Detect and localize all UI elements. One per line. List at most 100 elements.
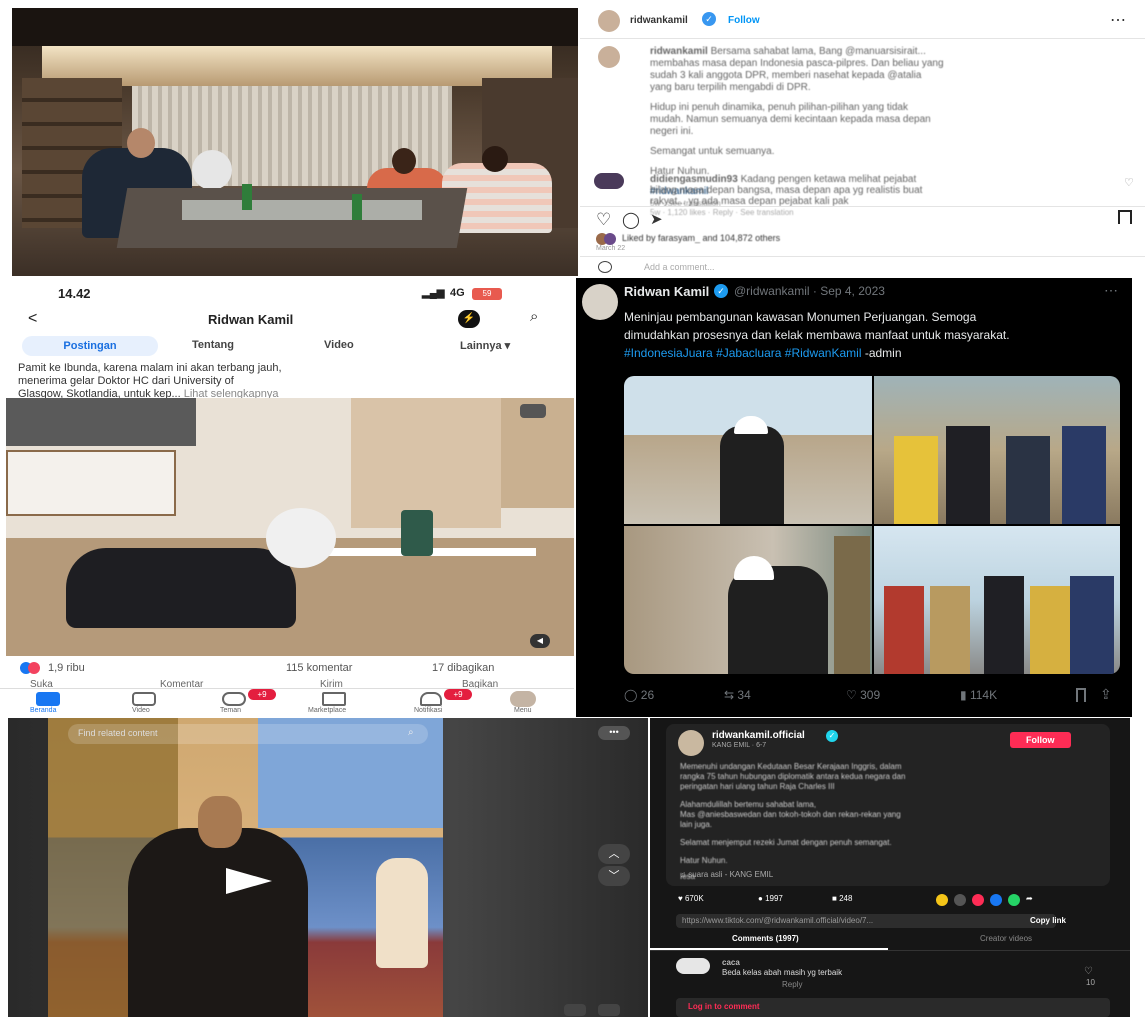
follow-button[interactable]: Follow — [1010, 732, 1071, 748]
like-button[interactable]: ♡ 309 — [846, 688, 880, 702]
avatar[interactable] — [510, 691, 536, 707]
share-embed-icon[interactable] — [936, 894, 948, 906]
pip-icon[interactable] — [564, 1004, 586, 1016]
avatar[interactable] — [676, 958, 710, 974]
comment-button[interactable]: ● 1997 — [758, 894, 783, 903]
nav-video[interactable]: Video — [132, 707, 150, 714]
login-bar[interactable]: Log in to comment — [676, 998, 1110, 1017]
username[interactable]: ridwankamil — [630, 15, 688, 26]
search-icon[interactable]: ⌕ — [530, 308, 538, 325]
page-title: Ridwan Kamil — [208, 312, 294, 327]
comment-icon: ● — [758, 894, 763, 903]
caption-line: Selamat menjemput rezeki Jumat dengan pe… — [680, 838, 892, 847]
reply-link[interactable]: Reply — [782, 980, 802, 989]
search-input[interactable]: Find related content ⌕ — [68, 724, 428, 744]
marketplace-icon[interactable] — [322, 692, 346, 706]
views-button[interactable]: ▮ 114K — [960, 688, 997, 702]
friends-icon[interactable] — [222, 692, 246, 706]
avatar[interactable] — [582, 284, 618, 320]
login-prompt[interactable]: Log in to comment — [688, 1002, 760, 1011]
display-name[interactable]: Ridwan Kamil — [624, 284, 709, 299]
comment-icon[interactable]: ◯ — [622, 210, 640, 230]
tab-postingan[interactable]: Postingan — [22, 336, 158, 356]
views-count: 114K — [969, 688, 998, 702]
shares-count[interactable]: 17 dibagikan — [432, 662, 494, 674]
heart-icon[interactable]: ♡ — [1124, 176, 1134, 189]
comment-meta: 5w · 1,120 likes · Reply · See translati… — [650, 208, 794, 217]
caption-line: membahas masa depan Indonesia pasca-pilp… — [650, 58, 944, 69]
comment-text: bilang masa depan bangsa, masa depan apa… — [650, 185, 923, 196]
video-link[interactable]: https://www.tiktok.com/@ridwankamil.offi… — [676, 914, 1056, 928]
tweet-photo-3[interactable] — [624, 526, 872, 674]
username[interactable]: ridwankamil.official — [712, 730, 805, 741]
sound-label[interactable]: ♫ suara asli - KANG EMIL — [680, 870, 773, 879]
save-button[interactable]: ■ 248 — [832, 894, 852, 903]
emoji-icon[interactable] — [598, 261, 612, 273]
avatar[interactable] — [678, 730, 704, 756]
like-count: 309 — [860, 688, 881, 702]
like-button[interactable]: ♥ 670K — [678, 894, 704, 903]
tweet-text-line: Meninjau pembangunan kawasan Monumen Per… — [624, 310, 977, 324]
nav-notifikasi[interactable]: Notifikasi — [414, 707, 442, 714]
commenter-name[interactable]: caca — [722, 958, 740, 967]
liked-by[interactable]: Liked by farasyam_ and 104,872 others — [622, 233, 780, 243]
volume-icon[interactable]: ◀ — [530, 634, 550, 648]
tweet-photo-1[interactable] — [624, 376, 872, 524]
tiktok-video[interactable] — [48, 718, 443, 1017]
chevron-down-icon[interactable]: ﹀ — [598, 866, 630, 886]
nav-menu[interactable]: Menu — [514, 707, 532, 714]
avatar[interactable] — [598, 10, 620, 32]
reply-icon: ◯ — [624, 688, 638, 702]
heart-icon[interactable]: ♡ — [1084, 966, 1093, 977]
facebook-icon[interactable] — [990, 894, 1002, 906]
tab-comments[interactable]: Comments (1997) — [732, 934, 799, 943]
volume-icon[interactable] — [598, 1004, 620, 1016]
avatar[interactable] — [598, 46, 620, 68]
more-icon[interactable]: ⋯ — [1110, 10, 1126, 30]
heart-icon[interactable]: ♡ — [596, 210, 611, 230]
bell-icon[interactable] — [420, 692, 442, 706]
reactions-count[interactable]: 1,9 ribu — [48, 662, 85, 674]
hashtag-links[interactable]: #IndonesiaJuara #Jabacluara #RidwanKamil — [624, 346, 861, 360]
caption-username[interactable]: ridwankamil — [650, 46, 708, 57]
comments-count[interactable]: 115 komentar — [286, 662, 352, 674]
follow-button[interactable]: Follow — [728, 15, 760, 26]
tab-tentang[interactable]: Tentang — [192, 339, 234, 351]
caption-line: Bersama sahabat lama, Bang @manuarsisira… — [710, 46, 926, 57]
handle-date[interactable]: @ridwankamil · Sep 4, 2023 — [734, 284, 885, 298]
retweet-button[interactable]: ⇆ 34 — [724, 688, 751, 702]
copy-link-button[interactable]: Copy link — [1016, 914, 1080, 928]
tab-video[interactable]: Video — [324, 339, 354, 351]
messenger-icon[interactable]: ⚡ — [458, 310, 480, 328]
whatsapp-icon[interactable] — [1008, 894, 1020, 906]
add-comment-input[interactable]: Add a comment... — [644, 262, 715, 272]
tab-creator-videos[interactable]: Creator videos — [980, 934, 1032, 943]
home-icon[interactable] — [36, 692, 60, 706]
post-photo[interactable]: ◀ — [6, 398, 574, 656]
caption-line: peringatan hari ulang tahun Raja Charles… — [680, 782, 835, 791]
reply-button[interactable]: ◯ 26 — [624, 688, 654, 702]
bookmark-icon[interactable] — [1118, 210, 1132, 224]
video-icon[interactable] — [132, 692, 156, 706]
share-code-icon[interactable] — [954, 894, 966, 906]
share-icon[interactable]: ⇪ — [1100, 686, 1112, 703]
tweet-photo-2[interactable] — [874, 376, 1120, 524]
more-icon[interactable]: ⋯ — [1104, 282, 1118, 299]
comment-username[interactable]: didiengasmudin93 — [650, 174, 738, 185]
back-icon[interactable]: < — [28, 310, 37, 328]
share-icon[interactable]: ➤ — [650, 210, 663, 228]
bookmark-icon[interactable] — [1076, 688, 1086, 702]
avatar[interactable] — [594, 173, 624, 189]
chevron-up-icon[interactable]: ︿ — [598, 844, 630, 864]
share-send-icon[interactable] — [972, 894, 984, 906]
more-icon[interactable]: ••• — [598, 726, 630, 740]
sound-name: suara asli - KANG EMIL — [688, 870, 774, 879]
nav-marketplace[interactable]: Marketplace — [308, 707, 346, 714]
nav-teman[interactable]: Teman — [220, 707, 241, 714]
tweet-photo-4[interactable] — [874, 526, 1120, 674]
share-more-icon[interactable]: ➦ — [1026, 894, 1033, 903]
nav-beranda[interactable]: Beranda — [30, 707, 56, 714]
tab-lainnya[interactable]: Lainnya ▾ — [460, 339, 510, 352]
like-count: 670K — [684, 894, 704, 903]
save-count: 248 — [839, 894, 853, 903]
